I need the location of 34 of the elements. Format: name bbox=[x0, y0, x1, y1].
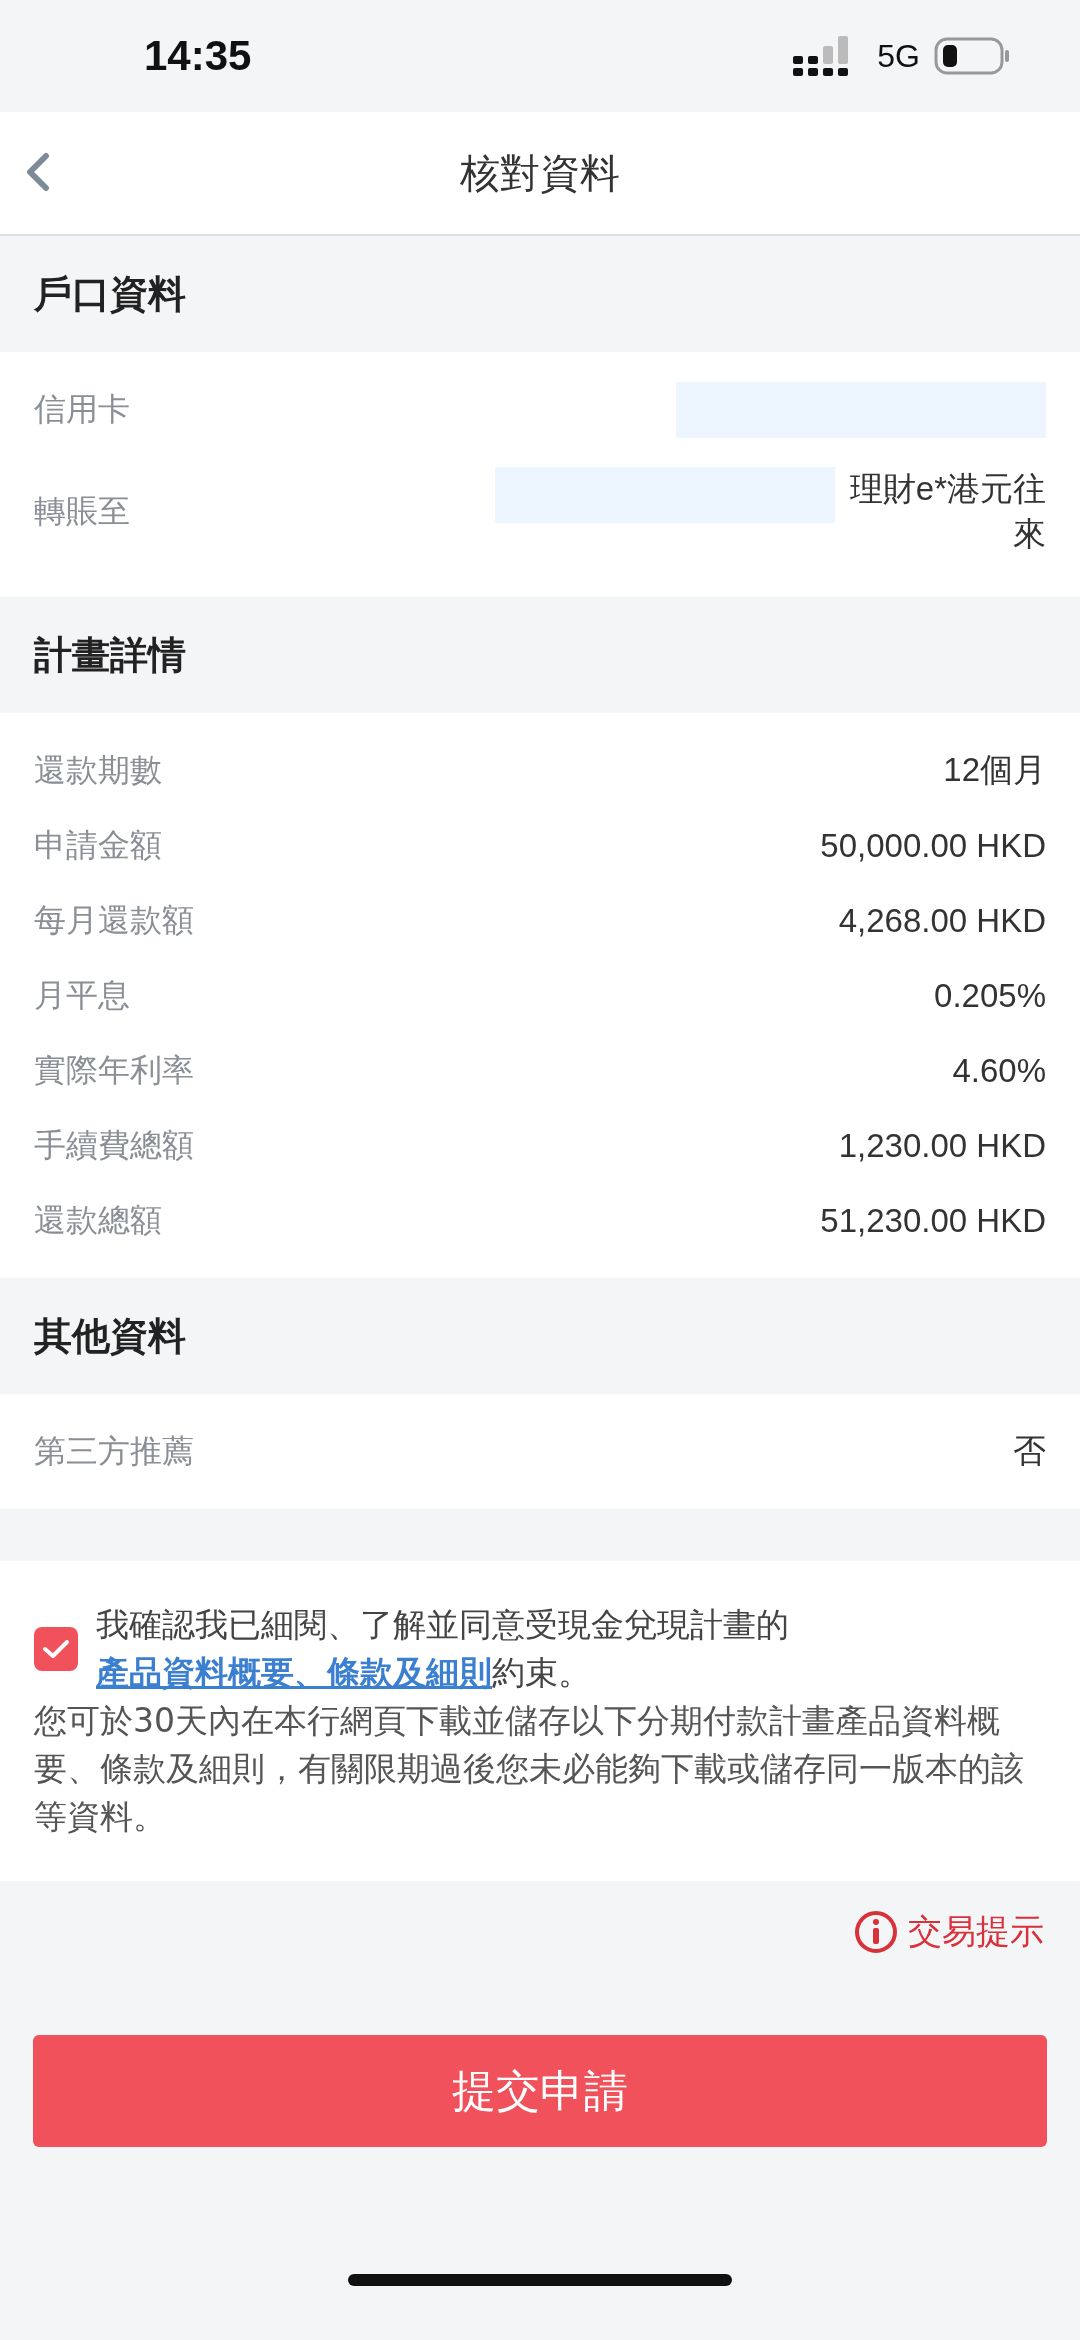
field-label: 信用卡 bbox=[34, 388, 130, 430]
info-icon bbox=[854, 1910, 898, 1954]
field-label: 申請金額 bbox=[34, 824, 162, 866]
field-label: 手續費總額 bbox=[34, 1124, 194, 1166]
battery-icon bbox=[934, 37, 1010, 75]
checkbox[interactable] bbox=[34, 1627, 78, 1671]
field-value: 12個月 bbox=[943, 750, 1046, 790]
check-icon bbox=[42, 1638, 70, 1660]
status-time: 14:35 bbox=[144, 32, 252, 80]
field-label: 還款期數 bbox=[34, 749, 162, 791]
field-value: 4,268.00 HKD bbox=[838, 901, 1046, 940]
field-label: 實際年利率 bbox=[34, 1049, 194, 1091]
section-title: 戶口資料 bbox=[33, 270, 187, 318]
section-title: 其他資料 bbox=[33, 1312, 187, 1360]
section-title: 計畫詳情 bbox=[33, 631, 187, 679]
field-value: 51,230.00 HKD bbox=[820, 1201, 1046, 1240]
field-value: 否 bbox=[1013, 1431, 1046, 1471]
consent-text: 我確認我已細閱、了解並同意受現金兌現計畫的 產品資料概要、條款及細則約束。 bbox=[96, 1604, 790, 1694]
field-value: 理財e*港元往來 bbox=[848, 469, 1046, 554]
field-label: 每月還款額 bbox=[34, 899, 194, 941]
field-label: 月平息 bbox=[34, 974, 130, 1016]
field-label: 還款總額 bbox=[34, 1199, 162, 1241]
tip-link[interactable]: 交易提示 bbox=[854, 1909, 1044, 1955]
field-label: 第三方推薦 bbox=[34, 1430, 194, 1472]
terms-link[interactable]: 產品資料概要、條款及細則 bbox=[96, 1653, 492, 1692]
field-value: 0.205% bbox=[934, 976, 1046, 1015]
field-value: 50,000.00 HKD bbox=[820, 826, 1046, 865]
submit-button[interactable]: 提交申請 bbox=[33, 2035, 1047, 2147]
network-label: 5G bbox=[877, 37, 920, 75]
field-value: 1,230.00 HKD bbox=[838, 1126, 1046, 1165]
field-label: 轉賬至 bbox=[34, 491, 130, 532]
download-note: 您可於30天內在本行網頁下載並儲存以下分期付款計畫產品資料概要、條款及細則，有關限期過後您未必能夠下載或儲存同一版本的該等資料。 bbox=[34, 1700, 1025, 1838]
field-value: 4.60% bbox=[952, 1051, 1046, 1090]
page-title: 核對資料 bbox=[460, 148, 620, 198]
